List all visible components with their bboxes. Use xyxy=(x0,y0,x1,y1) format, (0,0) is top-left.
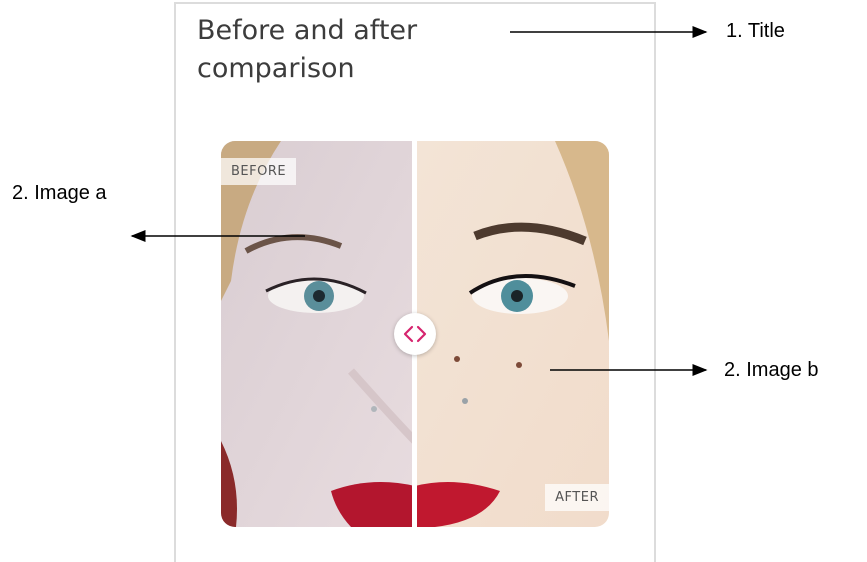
annotation-image-b: 2. Image b xyxy=(724,359,819,381)
annotation-image-a: 2. Image a xyxy=(12,182,107,204)
annotation-arrows xyxy=(130,26,708,376)
annotation-title: 1. Title xyxy=(726,20,785,42)
